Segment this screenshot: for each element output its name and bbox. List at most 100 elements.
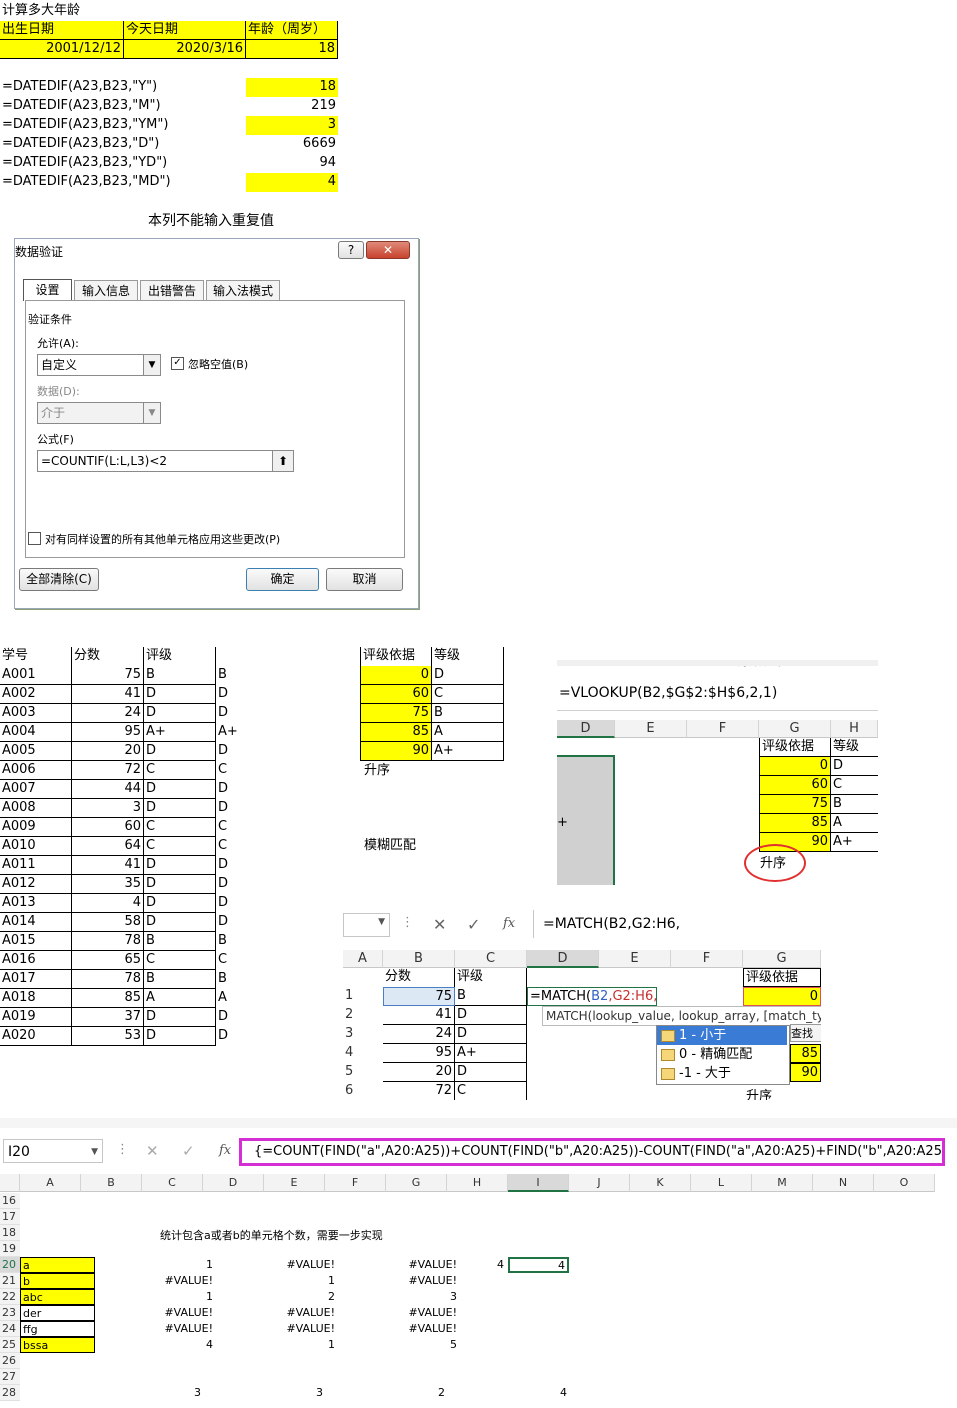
vlookup-formula-bar[interactable]: =VLOOKUP(B2,$G$2:$H$6,2,1) <box>559 685 777 701</box>
find-b-cell[interactable]: 1 <box>264 1337 335 1353</box>
allow-select[interactable]: 自定义 ▼ <box>37 354 161 376</box>
grades-header[interactable]: 评级 <box>144 647 216 666</box>
student-id-cell[interactable]: A008 <box>0 799 72 818</box>
score-cell[interactable]: 75 <box>72 666 144 685</box>
grade-result-cell[interactable]: D <box>216 1027 256 1046</box>
score-cell[interactable]: 95 <box>72 723 144 742</box>
score-cell[interactable]: 41 <box>72 685 144 704</box>
header-birth[interactable]: 出生日期 <box>0 21 124 40</box>
col-header-o[interactable]: O <box>874 1174 935 1192</box>
col-header-f[interactable]: F <box>325 1174 386 1192</box>
grade-cell[interactable]: C <box>455 1082 527 1100</box>
datedif-value[interactable]: 3 <box>246 116 338 135</box>
grade-cell[interactable]: B <box>144 666 216 685</box>
chevron-down-icon[interactable]: ▼ <box>378 917 385 927</box>
source-cell[interactable]: bssa <box>20 1337 95 1353</box>
vlookup-grade-cell[interactable]: A+ <box>831 833 878 852</box>
criteria-header[interactable]: 评级依据 <box>360 647 432 666</box>
criteria-score-cell[interactable]: 60 <box>360 685 432 704</box>
row28-cell[interactable]: 3 <box>142 1385 201 1401</box>
find-a-cell[interactable]: #VALUE! <box>142 1273 213 1289</box>
criteria-score-cell[interactable]: 0 <box>743 987 821 1006</box>
function-icon[interactable]: fx <box>503 916 515 931</box>
col-header-h[interactable]: H <box>447 1174 508 1192</box>
student-id-cell[interactable]: A016 <box>0 951 72 970</box>
source-cell[interactable]: ffg <box>20 1321 95 1337</box>
vlookup-grade-cell[interactable]: B <box>831 795 878 814</box>
find-a-cell[interactable]: 1 <box>142 1257 213 1273</box>
row-header[interactable]: 24 <box>0 1321 20 1337</box>
grade-result-cell[interactable]: D <box>216 913 256 932</box>
grade-result-cell[interactable]: D <box>216 894 256 913</box>
student-id-cell[interactable]: A006 <box>0 761 72 780</box>
grade-result-cell[interactable]: A+ <box>216 723 256 742</box>
find-b-cell[interactable]: #VALUE! <box>264 1321 335 1337</box>
h20-cell[interactable]: 4 <box>447 1257 504 1273</box>
datedif-formula[interactable]: =DATEDIF(A23,B23,"YM") <box>0 116 246 135</box>
row-header[interactable]: 20 <box>0 1257 20 1273</box>
match-type-option[interactable]: 0 - 精确匹配 <box>657 1045 787 1064</box>
lookup-button[interactable]: 查找 <box>790 1024 821 1042</box>
formula-input[interactable]: =COUNTIF(L:L,L3)<2 ⬆ <box>37 450 294 472</box>
corner-select-all[interactable] <box>0 1174 20 1192</box>
header-score[interactable]: 分数 <box>383 968 455 987</box>
grade-cell[interactable]: A+ <box>455 1044 527 1063</box>
match-type-dropdown[interactable]: 1 - 小于 0 - 精确匹配 -1 - 大于 <box>656 1025 790 1085</box>
grade-result-cell[interactable]: D <box>216 742 256 761</box>
grade-result-cell[interactable]: A <box>216 989 256 1008</box>
grade-result-cell[interactable]: D <box>216 799 256 818</box>
grade-cell[interactable]: D <box>455 1063 527 1082</box>
col-header-h[interactable]: H <box>831 720 878 738</box>
grade-result-cell[interactable]: C <box>216 837 256 856</box>
grade-result-cell[interactable]: D <box>216 780 256 799</box>
match-edit-cell[interactable]: =MATCH(B2,G2:H6, <box>527 987 657 1006</box>
score-cell[interactable]: 37 <box>72 1008 144 1027</box>
col-header-a[interactable]: A <box>343 950 383 968</box>
grade-cell[interactable]: C <box>144 818 216 837</box>
score-cell[interactable]: 72 <box>72 761 144 780</box>
match-type-option[interactable]: 1 - 小于 <box>657 1026 787 1045</box>
row-header[interactable]: 16 <box>0 1193 20 1209</box>
row-header[interactable]: 27 <box>0 1369 20 1385</box>
criteria-score-cell[interactable]: 75 <box>360 704 432 723</box>
match-formula-text[interactable]: =MATCH(B2,G2:H6, <box>543 916 680 932</box>
col-header-j[interactable]: J <box>569 1174 630 1192</box>
score-cell[interactable]: 4 <box>72 894 144 913</box>
grade-cell[interactable]: C <box>144 837 216 856</box>
datedif-formula[interactable]: =DATEDIF(A23,B23,"Y") <box>0 78 246 97</box>
score-cell[interactable]: 65 <box>72 951 144 970</box>
student-id-cell[interactable]: A019 <box>0 1008 72 1027</box>
today-date-cell[interactable]: 2020/3/16 <box>124 40 246 59</box>
birth-date-cell[interactable]: 2001/12/12 <box>0 40 124 59</box>
grade-cell[interactable]: D <box>455 1025 527 1044</box>
datedif-formula[interactable]: =DATEDIF(A23,B23,"MD") <box>0 173 246 192</box>
vlookup-grade-cell[interactable]: A <box>831 814 878 833</box>
datedif-value[interactable]: 4 <box>246 173 338 192</box>
find-sum-cell[interactable]: 5 <box>386 1337 457 1353</box>
find-b-cell[interactable]: #VALUE! <box>264 1305 335 1321</box>
grade-result-cell[interactable]: C <box>216 951 256 970</box>
score-cell[interactable]: 72 <box>383 1082 455 1100</box>
grade-result-cell[interactable]: C <box>216 818 256 837</box>
header-grade[interactable]: 评级 <box>455 968 527 987</box>
function-icon[interactable]: fx <box>219 1143 231 1158</box>
header-age[interactable]: 年龄（周岁） <box>246 21 338 40</box>
grade-cell[interactable]: D <box>144 799 216 818</box>
criteria-score-cell[interactable]: 90 <box>790 1063 821 1082</box>
col-header-b[interactable]: B <box>383 950 455 968</box>
student-id-cell[interactable]: A001 <box>0 666 72 685</box>
grade-result-cell[interactable]: D <box>216 875 256 894</box>
vlookup-criteria-header[interactable]: 评级依据 <box>759 738 831 757</box>
row28-cell[interactable]: 2 <box>386 1385 445 1401</box>
i20-active-cell[interactable]: 4 <box>508 1257 569 1273</box>
row-header[interactable]: 19 <box>0 1241 20 1257</box>
row-header[interactable]: 28 <box>0 1385 20 1401</box>
col-header-k[interactable]: K <box>630 1174 691 1192</box>
cancel-icon[interactable]: ✕ <box>146 1142 159 1160</box>
student-id-cell[interactable]: A013 <box>0 894 72 913</box>
find-sum-cell[interactable]: 3 <box>386 1289 457 1305</box>
col-header-f[interactable]: F <box>687 720 759 738</box>
find-sum-cell[interactable]: #VALUE! <box>386 1273 457 1289</box>
score-cell[interactable]: 35 <box>72 875 144 894</box>
grade-cell[interactable]: D <box>144 913 216 932</box>
